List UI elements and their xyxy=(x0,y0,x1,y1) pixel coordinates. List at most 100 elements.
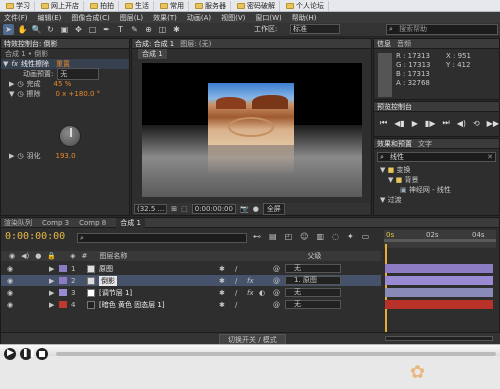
preset-select[interactable]: 无 xyxy=(57,68,100,80)
label-color[interactable] xyxy=(59,289,67,296)
tab-comp-1[interactable]: 合成 1 xyxy=(116,217,145,228)
tab-effects-presets[interactable]: 效果和预置 xyxy=(377,139,412,149)
menu-help[interactable]: 帮助(H) xyxy=(292,13,317,23)
tree-item-background[interactable]: ▼ ■ 背景 xyxy=(380,175,451,185)
shy-icon[interactable]: ☺ xyxy=(300,232,308,241)
work-area-bar[interactable] xyxy=(384,239,496,242)
layer-duration-bar[interactable] xyxy=(385,276,493,285)
parent-header[interactable]: 父级 xyxy=(307,251,321,261)
layer-row[interactable]: ◉ ▶ 3 [调节层 1] ✱ / fx ◐ @ 无 xyxy=(1,287,381,298)
pickwhip-icon[interactable]: @ xyxy=(273,301,280,309)
label-color[interactable] xyxy=(59,301,67,308)
adjustment-switch-icon[interactable]: ◐ xyxy=(259,289,265,297)
stopwatch-icon[interactable]: ◷ xyxy=(17,80,23,88)
stopwatch-icon[interactable]: ◷ xyxy=(17,90,23,98)
expand-triangle-icon[interactable]: ▼ xyxy=(9,90,14,98)
zoom-select[interactable]: (32.5 ... xyxy=(134,203,168,214)
frame-blending-icon[interactable]: ▥ xyxy=(316,232,324,241)
viewer-timecode[interactable]: 0:00:00:00 xyxy=(191,203,236,214)
motion-blur-icon[interactable]: ◌ xyxy=(332,232,339,241)
menu-layer[interactable]: 图层(L) xyxy=(120,13,143,23)
shy-switch-icon[interactable]: ✱ xyxy=(219,277,225,285)
layer-name[interactable]: [暗色 黄色 固态层 1] xyxy=(99,300,165,310)
expand-triangle-icon[interactable]: ▼ xyxy=(388,176,393,184)
expand-triangle-icon[interactable]: ▶ xyxy=(49,301,54,309)
bookmark-study[interactable]: 学习 xyxy=(2,0,35,11)
clone-tool-icon[interactable]: ⊕ xyxy=(143,24,154,35)
audio-icon[interactable]: ◀) xyxy=(457,119,466,128)
menu-window[interactable]: 窗口(W) xyxy=(255,13,281,23)
layer-duration-bar[interactable] xyxy=(385,300,493,309)
camera-tool-icon[interactable]: ▣ xyxy=(59,24,70,35)
menu-view[interactable]: 视图(V) xyxy=(221,13,245,23)
tab-composition[interactable]: 合成: 合成 1 xyxy=(135,39,174,49)
effects-search-input[interactable]: ⌕ 线性 ✕ xyxy=(377,152,496,162)
angle-dial[interactable] xyxy=(59,125,81,147)
expand-triangle-icon[interactable]: ▶ xyxy=(9,80,14,88)
timeline-search-input[interactable]: ⌕ xyxy=(77,233,247,243)
bookmark-crack[interactable]: 密码破解 xyxy=(233,0,280,11)
eraser-tool-icon[interactable]: ◫ xyxy=(157,24,168,35)
bookmark-forum[interactable]: 个人论坛 xyxy=(282,0,329,11)
play-icon[interactable]: ▶ xyxy=(412,119,418,128)
tree-item-transition[interactable]: ▼ 过渡 xyxy=(380,195,451,205)
bookmark-server[interactable]: 服务器 xyxy=(191,0,231,11)
zoom-slider[interactable] xyxy=(385,336,493,341)
shy-switch-icon[interactable]: ✱ xyxy=(219,265,225,273)
puppet-tool-icon[interactable]: ✱ xyxy=(171,24,182,35)
snapshot-icon[interactable]: 📷 xyxy=(240,205,249,213)
parent-select[interactable]: 无 xyxy=(285,288,341,297)
quality-switch-icon[interactable]: / xyxy=(235,289,237,297)
draft-3d-icon[interactable]: ◰ xyxy=(285,232,293,241)
prev-frame-icon[interactable]: ◀▮ xyxy=(394,119,405,128)
ram-preview-icon[interactable]: ▶▶ xyxy=(487,119,499,128)
fx-switch-icon[interactable]: fx xyxy=(247,277,254,285)
bookmark-life[interactable]: 生活 xyxy=(121,0,154,11)
complete-value[interactable]: 45 % xyxy=(54,80,72,88)
mask-toggle-icon[interactable]: ⬚ xyxy=(181,205,188,213)
brush-tool-icon[interactable]: ✎ xyxy=(129,24,140,35)
bookmark-common[interactable]: 常用 xyxy=(156,0,189,11)
layer-name[interactable]: 倒影 xyxy=(99,275,117,286)
first-frame-icon[interactable]: ⏮ xyxy=(380,118,387,128)
shy-switch-icon[interactable]: ✱ xyxy=(219,301,225,309)
live-update-icon[interactable]: ▤ xyxy=(269,232,277,241)
menu-file[interactable]: 文件(F) xyxy=(4,13,28,23)
pickwhip-icon[interactable]: @ xyxy=(273,265,280,273)
tab-audio[interactable]: 音频 xyxy=(397,39,411,49)
tab-text[interactable]: 文字 xyxy=(418,139,432,149)
selection-tool-icon[interactable]: ➤ xyxy=(3,24,14,35)
help-search-input[interactable]: ⌕ 搜索帮助 xyxy=(386,24,498,35)
color-channel-icon[interactable]: ● xyxy=(253,205,259,213)
label-color[interactable] xyxy=(59,265,67,272)
timeline-timecode[interactable]: 0:00:00:00 xyxy=(5,231,65,242)
hand-tool-icon[interactable]: ✋ xyxy=(17,24,28,35)
menu-effect[interactable]: 效果(T) xyxy=(153,13,177,23)
bookmark-paipai[interactable]: 拍拍 xyxy=(86,0,119,11)
tab-info[interactable]: 信息 xyxy=(377,39,391,49)
tab-comp-1[interactable]: 合成 1 xyxy=(138,49,167,59)
pickwhip-icon[interactable]: @ xyxy=(273,289,280,297)
bookmark-shop[interactable]: 网上开店 xyxy=(37,0,84,11)
workspace-select[interactable]: 标准 xyxy=(290,24,340,34)
pickwhip-icon[interactable]: @ xyxy=(273,277,280,285)
graph-editor-icon[interactable]: ▭ xyxy=(362,232,370,241)
layer-row[interactable]: ◉ ▶ 4 [暗色 黄色 固态层 1] ✱ / @ 无 xyxy=(1,299,381,310)
mask-tool-icon[interactable]: □ xyxy=(87,24,98,35)
comp-mini-flowchart-icon[interactable]: ⊷ xyxy=(253,232,261,241)
quality-switch-icon[interactable]: / xyxy=(235,301,237,309)
menu-edit[interactable]: 编辑(E) xyxy=(38,13,62,23)
expand-triangle-icon[interactable]: ▼ xyxy=(3,60,8,68)
panel-title[interactable]: 特效控制台: 倒影 xyxy=(4,39,58,49)
pen-tool-icon[interactable]: ✒ xyxy=(101,24,112,35)
expand-triangle-icon[interactable]: ▶ xyxy=(49,277,54,285)
feather-value[interactable]: 193.0 xyxy=(56,152,76,160)
tab-comp-8[interactable]: Comp 8 xyxy=(79,219,106,227)
eye-icon[interactable]: ◉ xyxy=(7,289,13,297)
shy-switch-icon[interactable]: ✱ xyxy=(219,289,225,297)
time-ruler[interactable]: 0s 02s 04s xyxy=(384,230,496,248)
play-button[interactable]: ▶ xyxy=(4,348,16,360)
loop-icon[interactable]: ⟲ xyxy=(473,119,480,128)
expand-triangle-icon[interactable]: ▶ xyxy=(9,152,14,160)
quality-switch-icon[interactable]: / xyxy=(235,277,237,285)
